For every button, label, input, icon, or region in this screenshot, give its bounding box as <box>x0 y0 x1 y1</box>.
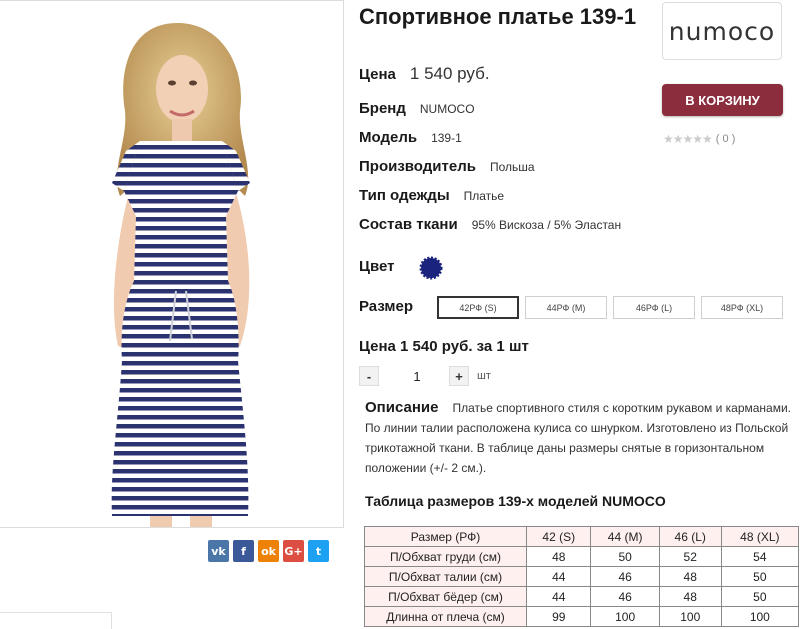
price-value: 1 540 руб. <box>409 64 490 83</box>
table-cell: 50 <box>720 566 800 587</box>
table-cell: 48 <box>525 546 592 567</box>
fabric-value: 95% Вискоза / 5% Эластан <box>471 218 622 232</box>
size-label: Размер <box>359 298 414 315</box>
photo-divider-tick <box>111 612 112 629</box>
fabric-label: Состав ткани <box>359 216 458 233</box>
table-row-header: П/Обхват бёдер (см) <box>364 586 527 607</box>
table-cell: 48 <box>658 586 722 607</box>
brand-logo[interactable]: numoco <box>662 2 782 60</box>
product-photo[interactable] <box>0 0 344 528</box>
table-row-header: П/Обхват талии (см) <box>364 566 527 587</box>
size-table: Размер (РФ) 42 (S) 44 (M) 46 (L) 48 (XL)… <box>364 526 800 627</box>
brand-value: NUMOCO <box>419 102 475 116</box>
fabric-row: Состав ткани 95% Вискоза / 5% Эластан <box>359 216 621 233</box>
color-row: Цвет <box>359 258 394 275</box>
table-header-row: Размер (РФ) 42 (S) 44 (M) 46 (L) 48 (XL) <box>364 526 800 547</box>
quantity-stepper: - 1 + шт <box>359 366 499 388</box>
facebook-icon[interactable]: f <box>233 540 254 562</box>
color-swatch-navy[interactable] <box>419 256 443 280</box>
table-cell: 100 <box>658 606 722 627</box>
table-cell: 48 <box>658 566 722 587</box>
model-value: 139-1 <box>431 131 462 145</box>
add-to-cart-button[interactable]: В КОРЗИНУ <box>662 84 783 116</box>
quantity-value[interactable]: 1 <box>407 369 427 384</box>
rating-stars-icon[interactable]: ★★★★★ <box>663 132 713 146</box>
table-cell: 50 <box>720 586 800 607</box>
size-option-48[interactable]: 48РФ (XL) <box>701 296 783 319</box>
price-label: Цена <box>359 66 396 83</box>
table-row: Длинна от плеча (см) 99 100 100 100 <box>364 606 800 627</box>
maker-value: Польша <box>489 160 535 174</box>
quantity-plus-button[interactable]: + <box>449 366 469 386</box>
total-price: Цена 1 540 руб. за 1 шт <box>359 338 529 355</box>
table-header-cell: Размер (РФ) <box>364 526 527 547</box>
size-table-title: Таблица размеров 139-х моделей NUMOCO <box>365 493 666 509</box>
odnoklassniki-icon[interactable]: ok <box>258 540 279 562</box>
rating-count: ( 0 ) <box>715 133 736 145</box>
table-cell: 100 <box>720 606 800 627</box>
type-row: Тип одежды Платье <box>359 187 504 204</box>
color-label: Цвет <box>359 258 395 275</box>
description-label: Описание <box>365 399 439 416</box>
size-option-46[interactable]: 46РФ (L) <box>613 296 695 319</box>
size-selector: 42РФ (S) 44РФ (M) 46РФ (L) 48РФ (XL) <box>437 296 783 319</box>
table-cell: 46 <box>590 566 660 587</box>
brand-row: Бренд NUMOCO <box>359 100 475 117</box>
model-label: Модель <box>359 129 418 146</box>
table-row-header: Длинна от плеча (см) <box>364 606 527 627</box>
table-header-cell: 42 (S) <box>525 526 592 547</box>
rating[interactable]: ★★★★★ ( 0 ) <box>663 132 735 146</box>
table-header-cell: 46 (L) <box>658 526 722 547</box>
table-row: П/Обхват груди (см) 48 50 52 54 <box>364 546 800 567</box>
vk-icon[interactable]: vk <box>208 540 229 562</box>
table-cell: 46 <box>590 586 660 607</box>
product-title: Спортивное платье 139-1 <box>359 4 637 29</box>
maker-label: Производитель <box>359 158 476 175</box>
model-row: Модель 139-1 <box>359 129 462 146</box>
photo-divider <box>0 612 112 613</box>
table-cell: 44 <box>525 566 592 587</box>
type-label: Тип одежды <box>359 187 450 204</box>
description: Описание Платье спортивного стиля с корот… <box>365 398 800 478</box>
google-plus-icon[interactable]: G+ <box>283 540 304 562</box>
twitter-icon[interactable]: t <box>308 540 329 562</box>
table-row: П/Обхват талии (см) 44 46 48 50 <box>364 566 800 587</box>
table-cell: 44 <box>525 586 592 607</box>
maker-row: Производитель Польша <box>359 158 535 175</box>
model-in-dress-image <box>0 1 343 527</box>
price-row: Цена 1 540 руб. <box>359 64 490 84</box>
table-cell: 52 <box>658 546 722 567</box>
quantity-unit: шт <box>477 370 491 382</box>
table-row: П/Обхват бёдер (см) 44 46 48 50 <box>364 586 800 607</box>
size-option-42[interactable]: 42РФ (S) <box>437 296 519 319</box>
table-cell: 54 <box>720 546 800 567</box>
table-row-header: П/Обхват груди (см) <box>364 546 527 567</box>
table-cell: 50 <box>590 546 660 567</box>
table-cell: 100 <box>590 606 660 627</box>
brand-label: Бренд <box>359 100 406 117</box>
table-cell: 99 <box>525 606 592 627</box>
quantity-minus-button[interactable]: - <box>359 366 379 386</box>
size-row: Размер <box>359 298 413 315</box>
table-header-cell: 48 (XL) <box>720 526 800 547</box>
table-header-cell: 44 (M) <box>590 526 660 547</box>
type-value: Платье <box>463 189 505 203</box>
share-buttons: vk f ok G+ t <box>208 540 329 562</box>
size-option-44[interactable]: 44РФ (M) <box>525 296 607 319</box>
